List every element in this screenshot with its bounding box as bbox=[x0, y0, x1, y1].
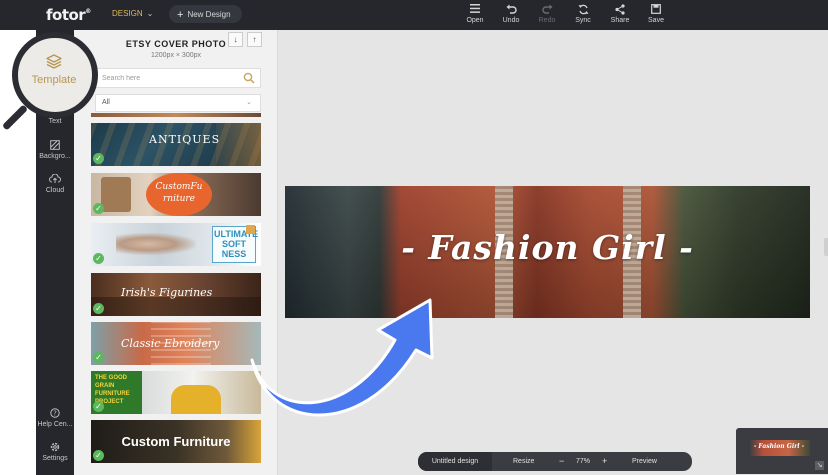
arrow-down-icon: ↓ bbox=[233, 35, 238, 44]
background-icon bbox=[36, 140, 74, 153]
side-panel-handle[interactable] bbox=[824, 238, 828, 256]
arrow-up-icon: ↑ bbox=[252, 35, 257, 44]
gear-icon bbox=[36, 442, 74, 455]
banner-title[interactable]: - Fashion Girl - bbox=[285, 228, 810, 267]
undo-icon bbox=[496, 4, 526, 17]
zoom-level: 77% bbox=[576, 458, 591, 465]
template-panel: ETSY COVER PHOTO 1200px × 300px ↓ ↑ All … bbox=[74, 30, 278, 475]
rail-label-template: Template bbox=[31, 74, 77, 86]
template-thumbnail-classic-embroidery[interactable]: Classic Ebroidery ✓ bbox=[91, 322, 261, 365]
chevron-down-icon: ⌄ bbox=[146, 9, 154, 18]
badge-icon bbox=[246, 225, 255, 234]
rail-item-cloud[interactable]: Cloud bbox=[36, 173, 74, 194]
minimap-preview: - Fashion Girl - bbox=[748, 440, 810, 456]
template-title: Classic Ebroidery bbox=[121, 337, 220, 350]
rail-item-settings[interactable]: Settings bbox=[36, 442, 74, 462]
check-icon: ✓ bbox=[93, 203, 104, 214]
help-icon: ? bbox=[36, 408, 74, 421]
resize-button[interactable]: Resize bbox=[513, 452, 534, 471]
preview-button[interactable]: Preview bbox=[632, 452, 657, 471]
template-title: THE GOOD GRAIN FURNITURE PROJECT bbox=[95, 375, 130, 405]
template-thumbnail-good-grain[interactable]: THE GOOD GRAIN FURNITURE PROJECT ✓ bbox=[91, 371, 261, 414]
top-bar: fotor® DESIGN ⌄ + New Design Open Undo Red… bbox=[0, 0, 828, 30]
cloud-upload-icon bbox=[36, 173, 74, 187]
rail-label-help: Help Cen... bbox=[37, 421, 73, 428]
rail-item-text[interactable]: Text bbox=[36, 118, 74, 125]
table-shape bbox=[91, 297, 261, 316]
plus-icon: + bbox=[177, 9, 184, 21]
save-icon bbox=[641, 4, 671, 17]
template-thumbnail-custom-furniture-2[interactable]: Custom Furniture ✓ bbox=[91, 420, 261, 463]
category-filter-select[interactable]: All ⌄ bbox=[95, 94, 261, 112]
zoom-in-button[interactable]: + bbox=[602, 452, 607, 471]
check-icon: ✓ bbox=[93, 153, 104, 164]
template-title: Custom Furniture bbox=[121, 434, 231, 449]
rail-item-help[interactable]: ? Help Cen... bbox=[36, 408, 74, 428]
template-title: ANTIQUES bbox=[149, 133, 221, 146]
bottom-toolbar: Untitled design Resize − 77% + Preview bbox=[418, 452, 692, 471]
chevron-down-icon: ⌄ bbox=[246, 99, 252, 106]
filter-value: All bbox=[102, 99, 110, 106]
design-canvas-banner[interactable]: - Fashion Girl - bbox=[285, 186, 810, 318]
rail-label-background: Backgro... bbox=[39, 153, 71, 160]
template-thumbnail-custom-furniture[interactable]: CustomFu rniture ✓ bbox=[91, 173, 261, 216]
search-box bbox=[95, 68, 261, 88]
minimap[interactable]: - Fashion Girl - ↘ bbox=[736, 428, 828, 474]
new-design-button[interactable]: + New Design bbox=[169, 5, 242, 23]
check-icon: ✓ bbox=[93, 253, 104, 264]
rail-label-text: Text bbox=[48, 118, 62, 125]
search-icon[interactable] bbox=[243, 72, 255, 84]
zoom-out-button[interactable]: − bbox=[559, 452, 564, 471]
check-icon: ✓ bbox=[93, 401, 104, 412]
check-icon: ✓ bbox=[93, 450, 104, 461]
check-icon: ✓ bbox=[93, 352, 104, 363]
fotor-logo[interactable]: fotor® bbox=[46, 6, 91, 24]
rail-item-template[interactable]: Template bbox=[22, 54, 86, 86]
left-rail: Text Backgro... Cloud ? Help Cen... Sett… bbox=[36, 30, 74, 475]
svg-text:?: ? bbox=[53, 410, 57, 418]
template-thumbnail-ultimate-softness[interactable]: ULTIMATE SOFT NESS ✓ bbox=[91, 223, 261, 266]
template-title: Irish's Figurines bbox=[121, 286, 213, 299]
yellow-chair-shape bbox=[171, 385, 221, 414]
share-icon bbox=[605, 4, 635, 17]
design-menu[interactable]: DESIGN ⌄ bbox=[112, 9, 153, 18]
chair-shape bbox=[101, 177, 131, 212]
template-thumbnail-partial bbox=[91, 113, 261, 117]
search-input[interactable] bbox=[102, 71, 232, 86]
undo-button[interactable]: Undo bbox=[496, 4, 526, 24]
save-button[interactable]: Save bbox=[641, 4, 671, 24]
sync-button[interactable]: Sync bbox=[568, 4, 598, 24]
layers-icon bbox=[22, 54, 86, 74]
texture-overlay bbox=[216, 123, 261, 166]
rail-label-cloud: Cloud bbox=[45, 187, 65, 194]
rail-item-background[interactable]: Backgro... bbox=[36, 140, 74, 160]
check-icon: ✓ bbox=[93, 303, 104, 314]
redo-icon bbox=[532, 4, 562, 17]
sort-up-button[interactable]: ↑ bbox=[247, 32, 262, 47]
template-thumbnail-irishs-figurines[interactable]: Irish's Figurines ✓ bbox=[91, 273, 261, 316]
share-button[interactable]: Share bbox=[605, 4, 635, 24]
template-title: CustomFu rniture bbox=[155, 182, 203, 204]
template-thumbnail-antiques[interactable]: ANTIQUES ✓ bbox=[91, 123, 261, 166]
minimap-title: - Fashion Girl - bbox=[753, 443, 805, 450]
open-button[interactable]: Open bbox=[460, 4, 490, 24]
collapse-minimap-icon[interactable]: ↘ bbox=[815, 461, 824, 470]
sort-down-button[interactable]: ↓ bbox=[228, 32, 243, 47]
menu-icon bbox=[460, 4, 490, 17]
magnifier-handle bbox=[1, 104, 29, 131]
person-shape bbox=[116, 233, 196, 255]
sync-icon bbox=[568, 4, 598, 17]
design-name[interactable]: Untitled design bbox=[418, 452, 492, 471]
redo-button[interactable]: Redo bbox=[532, 4, 562, 24]
panel-size: 1200px × 300px bbox=[150, 52, 201, 59]
rail-label-settings: Settings bbox=[42, 455, 68, 462]
